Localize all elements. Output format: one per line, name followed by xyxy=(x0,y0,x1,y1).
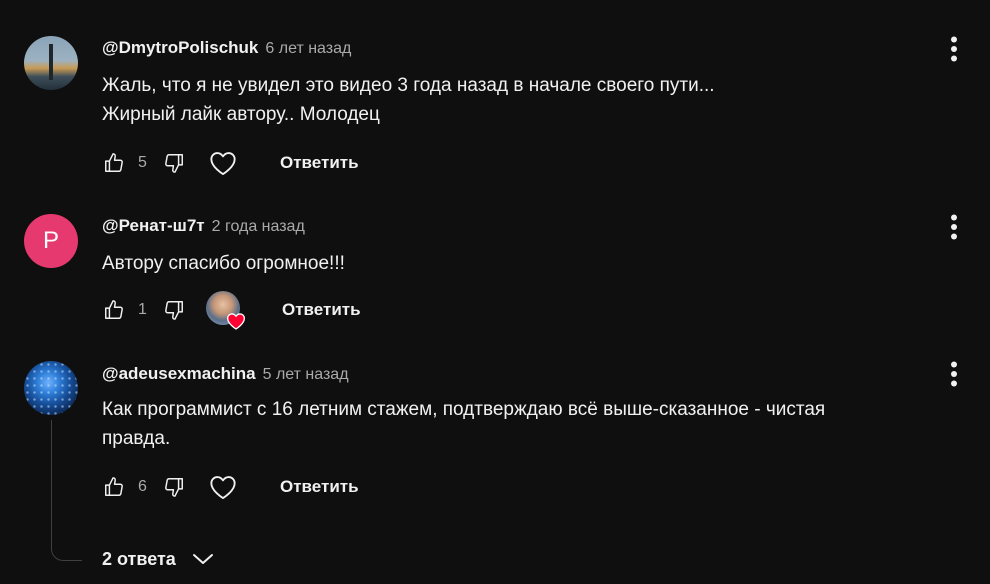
author-name[interactable]: @adeusexmachina xyxy=(102,364,256,384)
thumb-up-icon xyxy=(105,477,123,496)
comment-menu-button[interactable] xyxy=(944,359,964,389)
like-button[interactable] xyxy=(102,475,126,499)
comment-text-line: правда. xyxy=(102,428,171,449)
creator-heart-button[interactable] xyxy=(208,472,238,502)
heart-icon xyxy=(210,476,236,500)
thread-line xyxy=(51,420,82,561)
comment-header: @adeusexmachina 5 лет назад xyxy=(102,364,349,384)
comment-text-line: Как программист с 16 летним стажем, подт… xyxy=(102,399,826,420)
thumb-down-icon xyxy=(165,478,183,497)
chevron-down-icon xyxy=(192,554,213,564)
comment-text: Как программист с 16 летним стажем, подт… xyxy=(102,395,962,453)
dislike-button[interactable] xyxy=(162,475,186,499)
replies-count-label: 2 ответа xyxy=(102,548,176,569)
like-count: 6 xyxy=(138,478,147,495)
comment-time[interactable]: 5 лет назад xyxy=(263,366,349,384)
more-vert-icon xyxy=(951,361,957,387)
comment-actions: 6 Ответить xyxy=(102,467,359,507)
reply-button[interactable]: Ответить xyxy=(280,477,359,497)
avatar[interactable] xyxy=(24,361,78,415)
comment-item: @adeusexmachina 5 лет назад Как программ… xyxy=(0,0,990,584)
replies-toggle-button[interactable]: 2 ответа xyxy=(102,544,214,574)
